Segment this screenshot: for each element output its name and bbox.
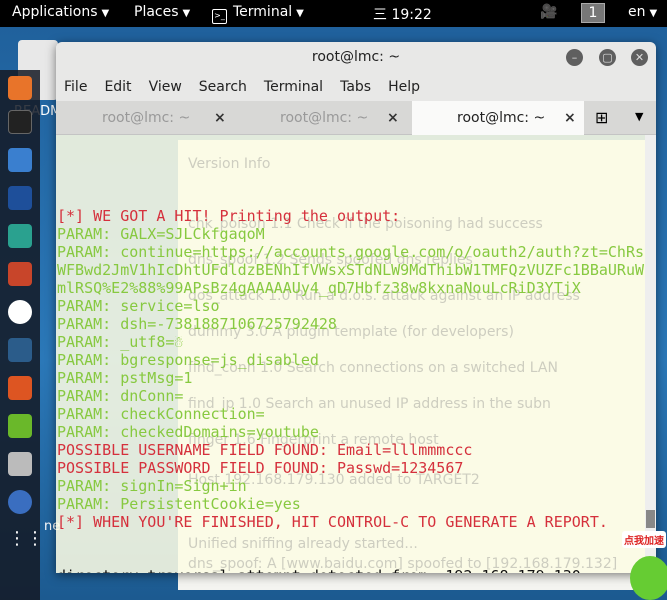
terminal-line: [*] WHEN YOU'RE FINISHED, HIT CONTROL-C …: [57, 513, 608, 531]
scrollbar-thumb[interactable]: [646, 510, 655, 528]
menu-search[interactable]: Search: [199, 79, 247, 95]
window-title: root@lmc: ~: [311, 49, 401, 65]
firefox-icon[interactable]: [8, 76, 32, 100]
close-window-button[interactable]: ✕: [631, 49, 648, 66]
terminal-line: PARAM: continue=https://accounts.google.…: [57, 243, 644, 261]
terminal-icon[interactable]: [8, 110, 32, 134]
title-bar: root@lmc: ~ – ▢ ✕: [56, 42, 656, 73]
armitage-icon[interactable]: [8, 224, 32, 248]
terminal-line: WFBwd2JmV1hIcDhtUFdldzBENhIfVWsxSTdNLW9M…: [57, 261, 644, 279]
minimize-button[interactable]: –: [566, 49, 583, 66]
terminal-app-menu[interactable]: >_ Terminal ▼: [212, 4, 304, 24]
faraday-icon[interactable]: [8, 376, 32, 400]
notes-icon[interactable]: [8, 414, 32, 438]
close-tab-icon[interactable]: ×: [387, 101, 399, 135]
maltego-icon[interactable]: [8, 300, 32, 324]
settings-icon[interactable]: [8, 452, 32, 476]
close-tab-icon[interactable]: ×: [214, 101, 226, 135]
terminal-line: POSSIBLE USERNAME FIELD FOUND: Email=lll…: [57, 441, 473, 459]
terminal-line: PARAM: PersistentCookie=yes: [57, 495, 301, 513]
background-text-line: Version Info: [188, 156, 271, 172]
dock: ⋮⋮: [0, 70, 44, 600]
terminal-line: POSSIBLE PASSWORD FIELD FOUND: Passwd=12…: [57, 459, 464, 477]
tab-2[interactable]: root@lmc: ~ ×: [234, 101, 412, 135]
menu-file[interactable]: File: [64, 79, 87, 95]
chevron-down-icon: ▼: [101, 8, 110, 19]
metasploit-icon[interactable]: [8, 186, 32, 210]
workspace-indicator[interactable]: 1: [581, 3, 605, 23]
chevron-down-icon: ▼: [649, 8, 658, 19]
tabs-dropdown-icon[interactable]: ▼: [635, 110, 643, 123]
terminal-line: PARAM: _utf8=☃: [57, 333, 184, 351]
terminal-line: PARAM: bgresponse=js_disabled: [57, 351, 319, 369]
files-icon[interactable]: [8, 148, 32, 172]
terminal-line: PARAM: dnConn=: [57, 387, 184, 405]
tab-3-active[interactable]: root@lmc: ~ ×: [412, 101, 584, 135]
scrollbar[interactable]: [645, 135, 656, 573]
floating-badge[interactable]: 点我加速: [622, 531, 666, 548]
places-menu[interactable]: Places ▼: [134, 4, 190, 20]
show-apps-icon[interactable]: ⋮⋮: [8, 528, 44, 552]
terminal-line: PARAM: GALX=SJLCkfgaqoM: [57, 225, 265, 243]
clock[interactable]: 三 19:22: [373, 4, 432, 24]
terminal-line: PARAM: checkConnection=: [57, 405, 265, 423]
menu-tabs[interactable]: Tabs: [340, 79, 371, 95]
maximize-button[interactable]: ▢: [599, 49, 616, 66]
language-menu[interactable]: en ▼: [628, 4, 657, 20]
terminal-window: root@lmc: ~ – ▢ ✕ File Edit View Search …: [56, 42, 656, 573]
menu-bar: File Edit View Search Terminal Tabs Help: [56, 73, 656, 101]
ettercap-icon[interactable]: [8, 490, 32, 514]
close-tab-icon[interactable]: ×: [564, 101, 576, 135]
applications-menu[interactable]: Applications ▼: [12, 4, 109, 20]
terminal-line: directory traversal attempt detected fro…: [57, 567, 656, 573]
menu-view[interactable]: View: [149, 79, 182, 95]
terminal-line: PARAM: pstMsg=1: [57, 369, 193, 387]
terminal-output[interactable]: Version Info chk_poison 1.1 Check if the …: [56, 135, 656, 573]
terminal-line: [*] WE GOT A HIT! Printing the output:: [57, 207, 401, 225]
video-camera-icon[interactable]: 🎥: [540, 4, 557, 20]
mascot-icon[interactable]: [630, 556, 667, 600]
terminal-line: PARAM: service=lso: [57, 297, 220, 315]
terminal-icon: >_: [212, 9, 227, 24]
terminal-line: mlRSQ%E2%88%99APsBz4gAAAAAUy4_qD7Hbfz38w…: [57, 279, 581, 297]
terminal-line: PARAM: dsh=-7381887106725792428: [57, 315, 337, 333]
kali-icon[interactable]: [8, 338, 32, 362]
menu-edit[interactable]: Edit: [104, 79, 131, 95]
chevron-down-icon: ▼: [296, 8, 304, 19]
top-panel: Applications ▼ Places ▼ >_ Terminal ▼ 三 19:2…: [0, 0, 667, 27]
terminal-line: PARAM: checkedDomains=youtube: [57, 423, 319, 441]
tab-1[interactable]: root@lmc: ~ ×: [56, 101, 234, 135]
tab-bar: root@lmc: ~ × root@lmc: ~ × root@lmc: ~ × ⊞…: [56, 101, 656, 135]
new-tab-icon[interactable]: ⊞: [595, 108, 608, 127]
chevron-down-icon: ▼: [182, 8, 191, 19]
burpsuite-icon[interactable]: [8, 262, 32, 286]
menu-help[interactable]: Help: [388, 79, 420, 95]
terminal-line: PARAM: signIn=Sign+in: [57, 477, 247, 495]
menu-terminal[interactable]: Terminal: [264, 79, 323, 95]
